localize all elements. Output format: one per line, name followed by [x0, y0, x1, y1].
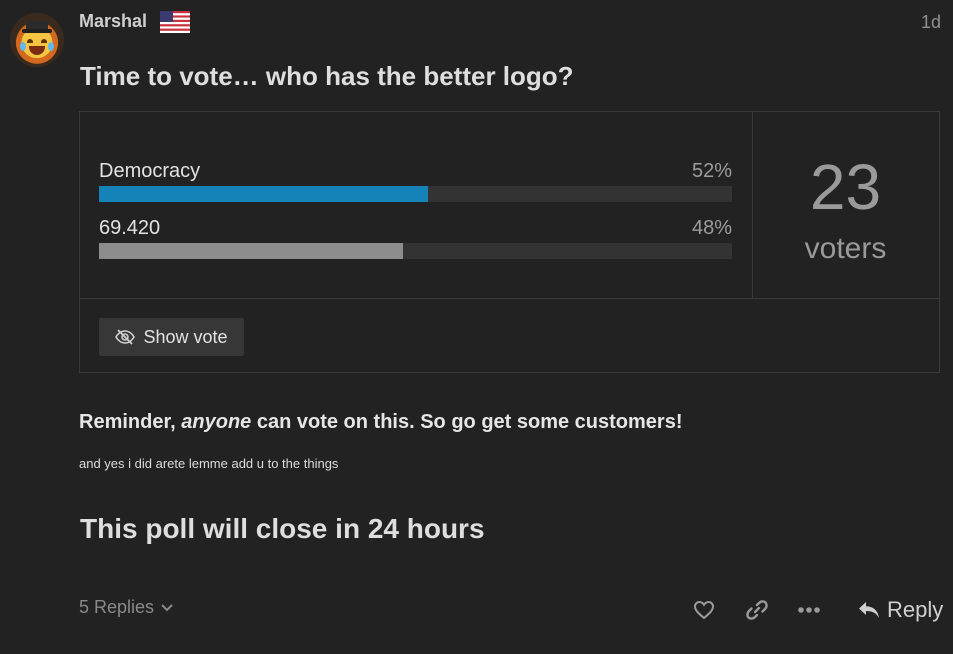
- voters-label: voters: [804, 232, 887, 265]
- avatar-tear-left: [20, 42, 26, 51]
- poll-footer: Show vote: [80, 298, 939, 373]
- avatar-eye-left: [27, 39, 33, 43]
- poll-option-label: 69.420: [99, 217, 161, 239]
- show-vote-button[interactable]: Show vote: [99, 318, 244, 356]
- post-title: Time to vote… who has the better logo?: [80, 61, 574, 91]
- heart-icon: [693, 600, 715, 620]
- link-icon: [746, 600, 768, 620]
- poll-options: Democracy 52% 69.420 48%: [80, 112, 753, 298]
- poll-option-percent: 52%: [691, 160, 732, 182]
- poll-closing-text: This poll will close in 24 hours: [80, 513, 485, 544]
- avatar-hat-brim: [22, 29, 52, 33]
- note-text: and yes i did arete lemme add u to the t…: [79, 456, 339, 471]
- poll-option-percent: 48%: [691, 217, 732, 239]
- avatar-eye-right: [41, 39, 47, 43]
- avatar[interactable]: [10, 13, 64, 67]
- poll-summary: 23 voters: [752, 112, 939, 298]
- like-button[interactable]: [690, 594, 718, 626]
- us-flag-icon: [160, 11, 190, 33]
- avatar-mouth: [29, 46, 45, 55]
- reply-label: Reply: [887, 597, 944, 622]
- voter-count: 23: [809, 151, 882, 223]
- more-icon: [798, 607, 820, 613]
- poll: Democracy 52% 69.420 48% 23 voters Show …: [79, 111, 940, 373]
- avatar-tear-right: [48, 42, 54, 51]
- reminder-emphasis: anyone: [181, 411, 252, 433]
- reply-icon: [859, 602, 879, 618]
- poll-option-bar-track: [99, 186, 732, 202]
- more-actions-button[interactable]: [795, 594, 823, 626]
- eye-slash-icon: [115, 329, 136, 345]
- reminder-before: Reminder,: [79, 411, 182, 433]
- show-vote-label: Show vote: [143, 326, 228, 347]
- reminder-text: Reminder, anyone can vote on this. So go…: [79, 411, 683, 434]
- username[interactable]: Marshal: [79, 11, 147, 32]
- poll-option-bar-fill: [99, 243, 403, 259]
- reply-button[interactable]: Reply: [857, 594, 943, 626]
- reminder-after: can vote on this. So go get some custome…: [251, 411, 683, 433]
- poll-option-bar-track: [99, 243, 732, 259]
- poll-option-label: Democracy: [99, 160, 201, 182]
- chevron-down-icon: [161, 603, 173, 611]
- poll-option-bar-fill: [99, 186, 429, 202]
- post-age[interactable]: 1d: [921, 12, 941, 33]
- share-link-button[interactable]: [743, 594, 771, 626]
- replies-label: 5 Replies: [79, 597, 155, 617]
- replies-toggle[interactable]: 5 Replies: [79, 597, 174, 618]
